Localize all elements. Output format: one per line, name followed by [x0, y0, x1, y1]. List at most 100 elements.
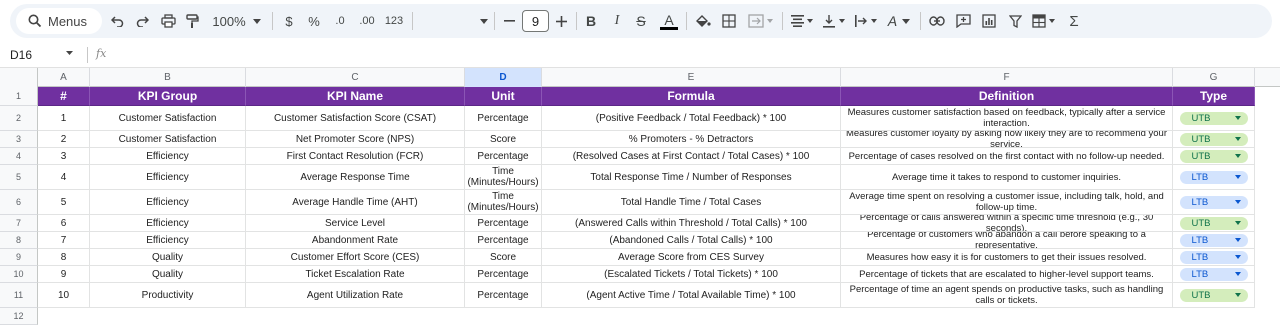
- cell-number[interactable]: 8: [38, 249, 90, 266]
- cell-kpi-name[interactable]: Ticket Escalation Rate: [246, 266, 465, 283]
- zoom-dropdown-icon[interactable]: [252, 9, 262, 33]
- column-header-f[interactable]: F: [841, 68, 1173, 87]
- cell-definition[interactable]: Measures how easy it is for customers to…: [841, 249, 1173, 266]
- cell-type[interactable]: UTB: [1173, 131, 1255, 148]
- name-box-caret-icon[interactable]: [66, 51, 73, 55]
- cell-kpi-name[interactable]: Net Promoter Score (NPS): [246, 131, 465, 148]
- cell-number[interactable]: 4: [38, 165, 90, 190]
- cell-formula[interactable]: % Promoters - % Detractors: [542, 131, 841, 148]
- cell-number[interactable]: 2: [38, 131, 90, 148]
- cell-type[interactable]: LTB: [1173, 165, 1255, 190]
- type-dropdown-chip[interactable]: UTB: [1179, 132, 1248, 146]
- insert-link-button[interactable]: [928, 9, 946, 33]
- cell-type[interactable]: UTB: [1173, 106, 1255, 131]
- currency-format-button[interactable]: $: [282, 9, 296, 33]
- text-color-button[interactable]: A: [658, 9, 680, 33]
- row-number[interactable]: 11: [0, 283, 38, 308]
- header-cell-formula[interactable]: Formula: [542, 87, 841, 106]
- percent-format-button[interactable]: %: [306, 9, 322, 33]
- type-dropdown-chip[interactable]: UTB: [1179, 216, 1248, 230]
- row-number[interactable]: 8: [0, 232, 38, 249]
- row-number[interactable]: 7: [0, 215, 38, 232]
- row-number[interactable]: 10: [0, 266, 38, 283]
- column-header-a[interactable]: A: [38, 68, 90, 87]
- type-dropdown-chip[interactable]: LTB: [1179, 170, 1248, 184]
- cell-formula[interactable]: (Abandoned Calls / Total Calls) * 100: [542, 232, 841, 249]
- cell-kpi-name[interactable]: Average Response Time: [246, 165, 465, 190]
- cell-kpi-group[interactable]: Customer Satisfaction: [90, 106, 246, 131]
- filter-button[interactable]: [1006, 9, 1024, 33]
- text-wrapping-button[interactable]: [852, 9, 880, 33]
- text-rotation-button[interactable]: A: [884, 9, 914, 33]
- cell-number[interactable]: 3: [38, 148, 90, 165]
- cell-unit[interactable]: Time (Minutes/Hours): [465, 165, 542, 190]
- cell-kpi-name[interactable]: Abandonment Rate: [246, 232, 465, 249]
- zoom-select[interactable]: 100%: [212, 9, 246, 33]
- cell-number[interactable]: 5: [38, 190, 90, 215]
- bold-button[interactable]: B: [584, 9, 598, 33]
- column-header-b[interactable]: B: [90, 68, 246, 87]
- cell-unit[interactable]: Percentage: [465, 148, 542, 165]
- type-dropdown-chip[interactable]: LTB: [1179, 195, 1248, 209]
- cell-formula[interactable]: (Agent Active Time / Total Available Tim…: [542, 283, 841, 308]
- type-dropdown-chip[interactable]: LTB: [1179, 267, 1248, 281]
- cell-kpi-name[interactable]: First Contact Resolution (FCR): [246, 148, 465, 165]
- vertical-align-button[interactable]: [820, 9, 848, 33]
- cell-formula[interactable]: (Escalated Tickets / Total Tickets) * 10…: [542, 266, 841, 283]
- cell-kpi-group[interactable]: Quality: [90, 249, 246, 266]
- header-cell-definition[interactable]: Definition: [841, 87, 1173, 106]
- cell-definition[interactable]: Average time spent on resolving a custom…: [841, 190, 1173, 215]
- increase-font-size-button[interactable]: [554, 9, 568, 33]
- row-number[interactable]: 4: [0, 148, 38, 165]
- cell-kpi-name[interactable]: Customer Satisfaction Score (CSAT): [246, 106, 465, 131]
- print-button[interactable]: [159, 9, 177, 33]
- type-dropdown-chip[interactable]: LTB: [1179, 250, 1248, 264]
- font-size-input[interactable]: 9: [522, 10, 549, 32]
- cell-unit[interactable]: Percentage: [465, 232, 542, 249]
- functions-button[interactable]: Σ: [1066, 9, 1082, 33]
- cell-type[interactable]: UTB: [1173, 148, 1255, 165]
- header-cell-kpi-group[interactable]: KPI Group: [90, 87, 246, 106]
- cell-type[interactable]: UTB: [1173, 215, 1255, 232]
- row-number[interactable]: 6: [0, 190, 38, 215]
- decrease-font-size-button[interactable]: [502, 9, 516, 33]
- table-view-button[interactable]: [1030, 9, 1058, 33]
- cell-number[interactable]: 7: [38, 232, 90, 249]
- cell-number[interactable]: 6: [38, 215, 90, 232]
- font-family-select[interactable]: [418, 9, 488, 33]
- row-number[interactable]: 5: [0, 165, 38, 190]
- type-dropdown-chip[interactable]: LTB: [1179, 233, 1248, 247]
- cell-definition[interactable]: Average time it takes to respond to cust…: [841, 165, 1173, 190]
- column-header-e[interactable]: E: [542, 68, 841, 87]
- cell-type[interactable]: LTB: [1173, 190, 1255, 215]
- horizontal-align-button[interactable]: [788, 9, 816, 33]
- type-dropdown-chip[interactable]: UTB: [1179, 149, 1248, 163]
- cell-kpi-name[interactable]: Service Level: [246, 215, 465, 232]
- cell-definition[interactable]: Measures customer loyalty by asking how …: [841, 131, 1173, 148]
- strikethrough-button[interactable]: S: [634, 9, 648, 33]
- column-header-c[interactable]: C: [246, 68, 465, 87]
- insert-comment-button[interactable]: [954, 9, 972, 33]
- cell-kpi-group[interactable]: Quality: [90, 266, 246, 283]
- cell-unit[interactable]: Score: [465, 249, 542, 266]
- cell-kpi-group[interactable]: Customer Satisfaction: [90, 131, 246, 148]
- cell-unit[interactable]: Percentage: [465, 215, 542, 232]
- name-box[interactable]: D16: [10, 47, 80, 63]
- cell-type[interactable]: LTB: [1173, 249, 1255, 266]
- redo-button[interactable]: [134, 9, 150, 33]
- cell-formula[interactable]: Total Handle Time / Total Cases: [542, 190, 841, 215]
- cell-unit[interactable]: Time (Minutes/Hours): [465, 190, 542, 215]
- cell-number[interactable]: 1: [38, 106, 90, 131]
- row-number[interactable]: 2: [0, 106, 38, 131]
- menus-search-button[interactable]: Menus: [16, 8, 102, 34]
- column-header-d[interactable]: D: [465, 68, 542, 87]
- cell-unit[interactable]: Score: [465, 131, 542, 148]
- cell-kpi-name[interactable]: Agent Utilization Rate: [246, 283, 465, 308]
- cell-kpi-group[interactable]: Efficiency: [90, 148, 246, 165]
- cell-kpi-group[interactable]: Efficiency: [90, 215, 246, 232]
- cell-unit[interactable]: Percentage: [465, 106, 542, 131]
- header-cell-kpi-name[interactable]: KPI Name: [246, 87, 465, 106]
- row-number[interactable]: 12: [0, 308, 38, 325]
- cell-kpi-name[interactable]: Average Handle Time (AHT): [246, 190, 465, 215]
- type-dropdown-chip[interactable]: UTB: [1179, 288, 1248, 302]
